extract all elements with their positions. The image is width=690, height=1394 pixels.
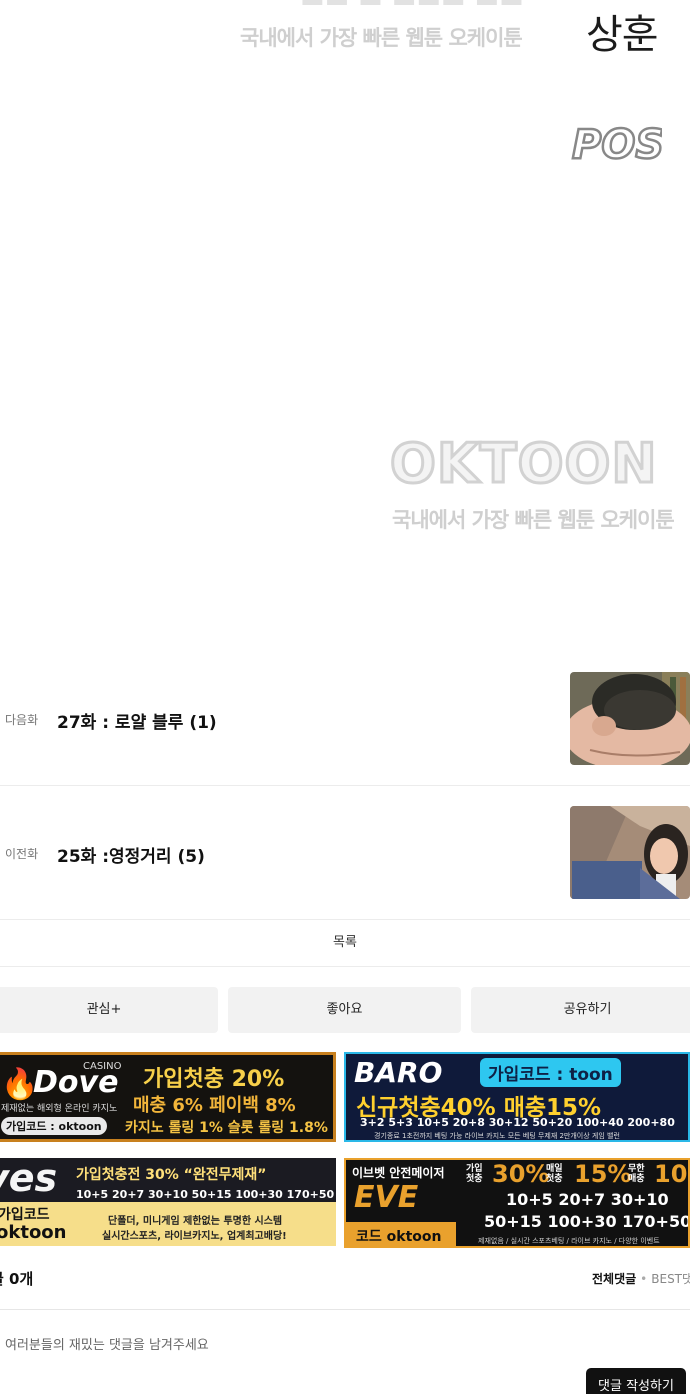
svg-text:POS: POS bbox=[572, 122, 662, 168]
comic-speech-text: 상훈 bbox=[586, 12, 659, 58]
tab-separator: • bbox=[640, 1272, 648, 1286]
yes-line1: 가입첫충전 30% “완전무제재” bbox=[76, 1167, 267, 1183]
list-button[interactable]: 목록 bbox=[0, 920, 690, 967]
eve-line4: 제재없음 / 실시간 스포츠베팅 / 라이브 카지노 / 다양한 이벤트 bbox=[478, 1237, 660, 1245]
dove-line2: 매충 6% 페이백 8% bbox=[133, 1095, 296, 1116]
baro-code: 가입코드 : toon bbox=[480, 1058, 621, 1087]
comic-viewer: ▬▬ ▬ ▬▬▬ ▬▬ 국내에서 가장 빠른 웹툰 오케이툰 상훈 POS OK… bbox=[0, 0, 690, 660]
yes-code: oktoon bbox=[0, 1222, 67, 1243]
next-episode-title[interactable]: 27화 : 로얄 블루 (1) bbox=[57, 708, 217, 733]
prev-episode-thumbnail[interactable] bbox=[570, 806, 690, 899]
ad-banner-dove[interactable]: 🔥 CASINO Dove 제재없는 해외형 온라인 카지노 가입코드 : ok… bbox=[0, 1052, 336, 1142]
eve-label-join: 가입 첫충 bbox=[466, 1164, 483, 1184]
dove-brand: Dove bbox=[33, 1065, 119, 1100]
dove-line3: 카지노 롤링 1% 슬롯 롤링 1.8% bbox=[125, 1120, 328, 1136]
svg-text:OKTOON: OKTOON bbox=[390, 432, 658, 492]
comment-input[interactable]: 여러분들의 재밌는 댓글을 남겨주세요 bbox=[5, 1334, 209, 1353]
prev-episode-kind: 이전화 bbox=[5, 847, 39, 861]
favorite-button[interactable]: 관심+ bbox=[0, 987, 218, 1033]
ad-banner-baro[interactable]: BARO 가입코드 : toon 신규첫충40% 매충15% 3+2 5+3 1… bbox=[344, 1052, 690, 1142]
eve-brand: EVE bbox=[354, 1180, 419, 1215]
yes-line2: 10+5 20+7 30+10 50+15 100+30 170+50 bbox=[76, 1188, 335, 1201]
comment-submit-button[interactable]: 댓글 작성하기 bbox=[586, 1368, 686, 1394]
like-button[interactable]: 좋아요 bbox=[228, 987, 461, 1033]
eve-label-unlimited: 무한 매충 bbox=[628, 1164, 645, 1184]
eve-value-join: 30% bbox=[492, 1160, 550, 1188]
eve-code: 코드 oktoon bbox=[356, 1229, 442, 1245]
prev-episode-title[interactable]: 25화 :영정거리 (5) bbox=[57, 842, 205, 867]
ad-banner-yes[interactable]: yes 가입첫충전 30% “완전무제재” 10+5 20+7 30+10 50… bbox=[0, 1158, 336, 1246]
eve-value-daily: 15% bbox=[574, 1160, 632, 1188]
watermark-partial: ▬▬ ▬ ▬▬▬ ▬▬ bbox=[300, 0, 540, 6]
next-episode-row[interactable]: 다음화 27화 : 로얄 블루 (1) bbox=[0, 652, 690, 786]
yes-code-label: 가입코드 bbox=[0, 1207, 50, 1223]
eve-title: 이브벳 안전메이저 bbox=[352, 1166, 445, 1180]
next-episode-kind: 다음화 bbox=[5, 713, 39, 727]
next-episode-thumbnail[interactable] bbox=[570, 672, 690, 765]
tab-all-comments[interactable]: 전체댓글 bbox=[592, 1272, 636, 1286]
eve-label-daily: 매일 첫충 bbox=[546, 1164, 563, 1184]
dove-code: 가입코드 : oktoon bbox=[1, 1117, 107, 1135]
ad-banner-eve[interactable]: 이브벳 안전메이저 EVE 코드 oktoon 가입 첫충 30% 매일 첫충 … bbox=[344, 1158, 690, 1248]
eve-line3: 50+15 100+30 170+50 bbox=[484, 1212, 690, 1231]
dove-desc: 제재없는 해외형 온라인 카지노 bbox=[1, 1104, 118, 1114]
pos-logo: POS bbox=[571, 121, 662, 168]
watermark-tagline-top: 국내에서 가장 빠른 웹툰 오케이툰 bbox=[240, 26, 523, 50]
prev-episode-row[interactable]: 이전화 25화 :영정거리 (5) bbox=[0, 786, 690, 920]
list-label: 목록 bbox=[333, 935, 357, 950]
watermark-tagline-mid: 국내에서 가장 빠른 웹툰 오케이툰 bbox=[392, 508, 675, 532]
oktoon-logo: OKTOON bbox=[389, 432, 659, 492]
yes-brand: yes bbox=[0, 1158, 58, 1200]
yes-line4: 실시간스포츠, 라이브카지노, 업계최고배당! bbox=[102, 1231, 287, 1242]
comment-tabs: 전체댓글 • BEST댓 bbox=[592, 1270, 690, 1287]
eve-value-unlimited: 10 bbox=[654, 1160, 688, 1188]
baro-line2: 3+2 5+3 10+5 20+8 30+12 50+20 100+40 200… bbox=[360, 1116, 675, 1129]
eve-line2: 10+5 20+7 30+10 bbox=[506, 1190, 669, 1209]
tab-best-comments[interactable]: BEST댓 bbox=[651, 1272, 690, 1286]
yes-line3: 단폴더, 미니게임 제한없는 투명한 시스템 bbox=[108, 1216, 283, 1227]
baro-brand: BARO bbox=[354, 1056, 443, 1089]
comments-header: 글 0개 전체댓글 •BEST댓 bbox=[0, 1262, 690, 1310]
share-button[interactable]: 공유하기 bbox=[471, 987, 690, 1033]
dove-line1: 가입첫충 20% bbox=[143, 1067, 285, 1092]
comment-count: 글 0개 bbox=[0, 1270, 34, 1288]
baro-line3: 경기종료 1초전까지 베팅 가능 라이브 카지노 모든 베팅 무제재 2만개이상… bbox=[374, 1132, 620, 1140]
